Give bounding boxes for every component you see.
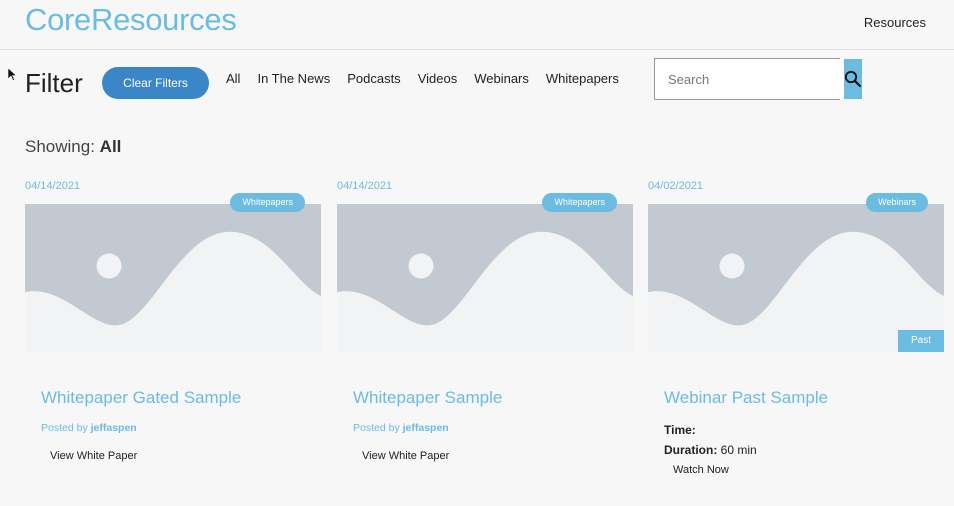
- webinar-duration: Duration: 60 min: [664, 443, 757, 457]
- watch-now-link[interactable]: Watch Now: [673, 464, 729, 476]
- site-header: CoreResources Resources: [0, 0, 954, 50]
- card-image[interactable]: [25, 204, 321, 352]
- card-title[interactable]: Whitepaper Gated Sample: [41, 388, 241, 408]
- image-placeholder-icon: [337, 204, 633, 352]
- filter-in-the-news[interactable]: In The News: [257, 71, 330, 87]
- search-button[interactable]: [844, 59, 862, 99]
- past-badge: Past: [898, 330, 944, 352]
- card-tag[interactable]: Webinars: [866, 193, 928, 212]
- webinar-time: Time:: [664, 423, 696, 437]
- card-date: 04/02/2021: [648, 180, 704, 192]
- view-white-paper-link[interactable]: View White Paper: [362, 450, 449, 462]
- search-box: [654, 58, 862, 100]
- card-image[interactable]: [337, 204, 633, 352]
- card-author: Posted by jeffaspen: [353, 422, 449, 434]
- cursor-icon: [8, 68, 17, 81]
- filter-title: Filter: [25, 68, 83, 98]
- brand-logo[interactable]: CoreResources: [25, 2, 237, 38]
- showing-value: All: [99, 137, 122, 156]
- clear-filters-button[interactable]: Clear Filters: [102, 67, 209, 99]
- card-tag[interactable]: Whitepapers: [542, 193, 617, 212]
- card-title[interactable]: Whitepaper Sample: [353, 388, 502, 408]
- view-white-paper-link[interactable]: View White Paper: [50, 450, 137, 462]
- card-date: 04/14/2021: [25, 180, 81, 192]
- card-date: 04/14/2021: [337, 180, 393, 192]
- filter-all[interactable]: All: [226, 71, 240, 87]
- nav-resources-link[interactable]: Resources: [864, 15, 926, 30]
- filter-webinars[interactable]: Webinars: [474, 71, 529, 87]
- filter-podcasts[interactable]: Podcasts: [347, 71, 400, 87]
- image-placeholder-icon: [25, 204, 321, 352]
- card-author: Posted by jeffaspen: [41, 422, 137, 434]
- search-input[interactable]: [655, 59, 844, 99]
- card-title[interactable]: Webinar Past Sample: [664, 388, 828, 408]
- filter-links: All In The News Podcasts Videos Webinars…: [226, 71, 636, 87]
- search-icon: [844, 70, 862, 88]
- card-tag[interactable]: Whitepapers: [230, 193, 305, 212]
- filter-videos[interactable]: Videos: [418, 71, 458, 87]
- card-image[interactable]: Past: [648, 204, 944, 352]
- showing-label: Showing: All: [25, 137, 122, 156]
- filter-whitepapers[interactable]: Whitepapers: [546, 71, 619, 87]
